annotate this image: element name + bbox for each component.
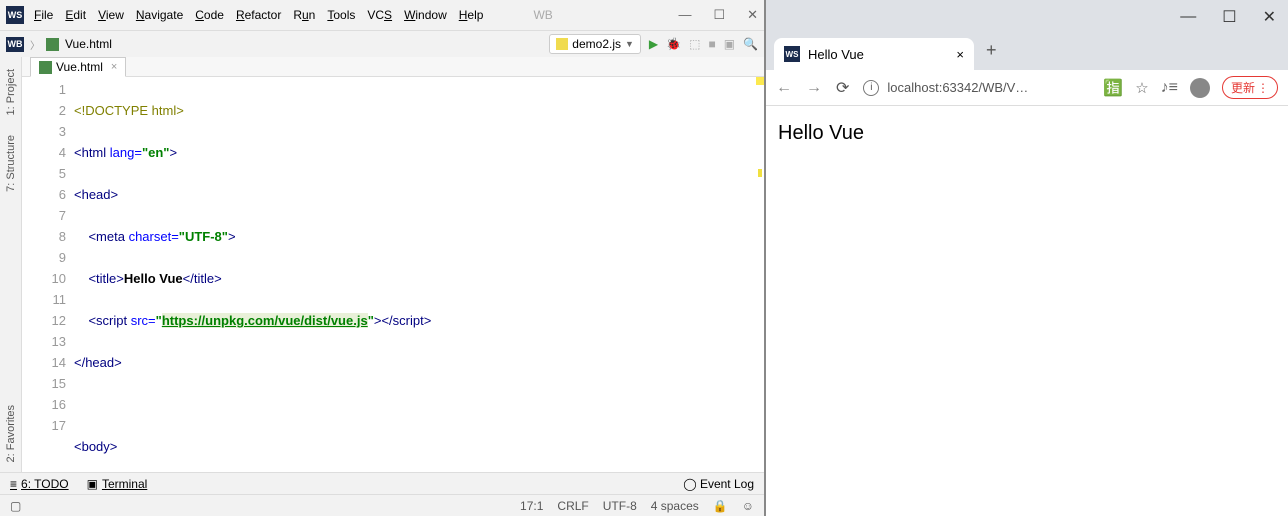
menu-file[interactable]: File <box>34 8 53 22</box>
browser-titlebar: — ☐ ✕ <box>766 0 1288 34</box>
browser-tabstrip: WS Hello Vue × + <box>766 34 1288 70</box>
code-body[interactable]: <!DOCTYPE html> <html lang="en"> <head> … <box>74 77 764 472</box>
page-text: Hello Vue <box>778 122 864 144</box>
browser-toolbar: ← → ⟳ i localhost:63342/WB/V… 🈯 ☆ ♪≡ 更新 … <box>766 70 1288 106</box>
translate-icon[interactable]: 🈯 <box>1103 78 1123 98</box>
navigation-bar: WB 〉 Vue.html demo2.js ▼ ▶ 🐞 ⬚ ■ ▣ 🔍 <box>0 30 764 57</box>
error-stripe <box>756 77 764 472</box>
menu-vcs[interactable]: VCS <box>367 8 392 22</box>
warning-mark-icon[interactable] <box>758 169 762 177</box>
menu-code[interactable]: Code <box>195 8 224 22</box>
browser-tab[interactable]: WS Hello Vue × <box>774 38 974 70</box>
menu-edit[interactable]: Edit <box>65 8 86 22</box>
url-text: localhost:63342/WB/V… <box>887 80 1028 95</box>
line-separator[interactable]: CRLF <box>557 499 588 513</box>
breadcrumb-file[interactable]: Vue.html <box>65 37 112 51</box>
chevron-right-icon: 〉 <box>30 37 40 52</box>
html-file-icon <box>39 61 52 74</box>
address-bar[interactable]: i localhost:63342/WB/V… <box>863 80 1089 96</box>
minimize-icon[interactable]: — <box>1180 8 1196 26</box>
tab-close-icon[interactable]: × <box>956 47 964 62</box>
menu-view[interactable]: View <box>98 8 124 22</box>
page-content: Hello Vue <box>766 106 1288 516</box>
maximize-icon[interactable]: ☐ <box>1222 7 1236 27</box>
html-file-icon <box>46 38 59 51</box>
caret-position[interactable]: 17:1 <box>520 499 543 513</box>
status-bar: ▢ 17:1 CRLF UTF-8 4 spaces 🔒 ☺ <box>0 494 764 516</box>
menu-tools[interactable]: Tools <box>327 8 355 22</box>
bottom-tool-strip: ≡ 6: TODO ▣ Terminal ◯ Event Log <box>0 472 764 494</box>
close-icon[interactable]: ✕ <box>1263 7 1276 27</box>
stop-button[interactable]: ■ <box>708 37 715 51</box>
favicon-icon: WS <box>784 46 800 62</box>
tab-close-icon[interactable]: × <box>111 61 117 73</box>
run-config-name: demo2.js <box>572 37 621 51</box>
forward-button[interactable]: → <box>806 79 822 97</box>
debug-button[interactable]: 🐞 <box>666 37 681 51</box>
left-tool-strip: 1: Project 7: Structure 2: Favorites <box>0 57 22 472</box>
run-button[interactable]: ▶ <box>649 37 658 51</box>
back-button[interactable]: ← <box>776 79 792 97</box>
run-config-selector[interactable]: demo2.js ▼ <box>549 34 641 54</box>
editor-tabs: Vue.html × <box>22 57 764 77</box>
gutter: 1234567891011121314151617 <box>22 77 74 472</box>
run-toolbar: demo2.js ▼ ▶ 🐞 ⬚ ■ ▣ 🔍 <box>549 34 758 54</box>
minimize-icon[interactable]: — <box>678 7 691 23</box>
js-file-icon <box>556 38 568 50</box>
reload-button[interactable]: ⟳ <box>836 78 849 98</box>
close-icon[interactable]: ✕ <box>747 7 758 23</box>
structure-tool-tab[interactable]: 7: Structure <box>5 135 17 192</box>
menu-navigate[interactable]: Navigate <box>136 8 183 22</box>
media-control-icon[interactable]: ♪≡ <box>1161 79 1178 97</box>
favorites-tool-tab[interactable]: 2: Favorites <box>5 405 17 462</box>
indent-settings[interactable]: 4 spaces <box>651 499 699 513</box>
browser-window: — ☐ ✕ WS Hello Vue × + ← → ⟳ i localhost… <box>766 0 1288 516</box>
code-editor[interactable]: 1234567891011121314151617 <!DOCTYPE html… <box>22 77 764 472</box>
ide-window: WS File Edit View Navigate Code Refactor… <box>0 0 766 516</box>
site-info-icon[interactable]: i <box>863 80 879 96</box>
profile-avatar-icon[interactable] <box>1190 78 1210 98</box>
project-root-icon[interactable]: WB <box>6 37 24 52</box>
inspection-profile-icon[interactable]: ☺ <box>742 499 754 513</box>
menu-window[interactable]: Window <box>404 8 447 22</box>
main-menu: File Edit View Navigate Code Refactor Ru… <box>34 8 483 22</box>
update-button[interactable]: 更新 ⋮ <box>1222 76 1278 99</box>
project-name-dim: WB <box>533 8 552 22</box>
new-tab-button[interactable]: + <box>986 40 997 65</box>
search-button[interactable]: 🔍 <box>743 37 758 51</box>
maximize-icon[interactable]: ☐ <box>713 7 725 23</box>
ide-titlebar: WS File Edit View Navigate Code Refactor… <box>0 0 764 30</box>
todo-tool-tab[interactable]: ≡ 6: TODO <box>10 477 69 491</box>
readonly-lock-icon[interactable]: 🔒 <box>713 499 728 513</box>
tab-label: Vue.html <box>56 60 103 74</box>
menu-run[interactable]: Run <box>293 8 315 22</box>
file-encoding[interactable]: UTF-8 <box>603 499 637 513</box>
menu-refactor[interactable]: Refactor <box>236 8 281 22</box>
coverage-button[interactable]: ⬚ <box>689 37 700 51</box>
editor-tab-vue[interactable]: Vue.html × <box>30 57 126 77</box>
inspection-indicator-icon[interactable] <box>756 77 764 85</box>
terminal-tool-tab[interactable]: ▣ Terminal <box>87 477 148 491</box>
show-tool-windows-icon[interactable]: ▢ <box>10 499 21 513</box>
bookmark-icon[interactable]: ☆ <box>1135 79 1148 97</box>
webstorm-icon: WS <box>6 6 24 24</box>
update-app-button[interactable]: ▣ <box>724 37 735 51</box>
tab-title: Hello Vue <box>808 47 864 62</box>
dropdown-icon: ▼ <box>625 39 634 49</box>
menu-help[interactable]: Help <box>459 8 484 22</box>
project-tool-tab[interactable]: 1: Project <box>5 69 17 115</box>
event-log-button[interactable]: ◯ Event Log <box>683 477 754 491</box>
